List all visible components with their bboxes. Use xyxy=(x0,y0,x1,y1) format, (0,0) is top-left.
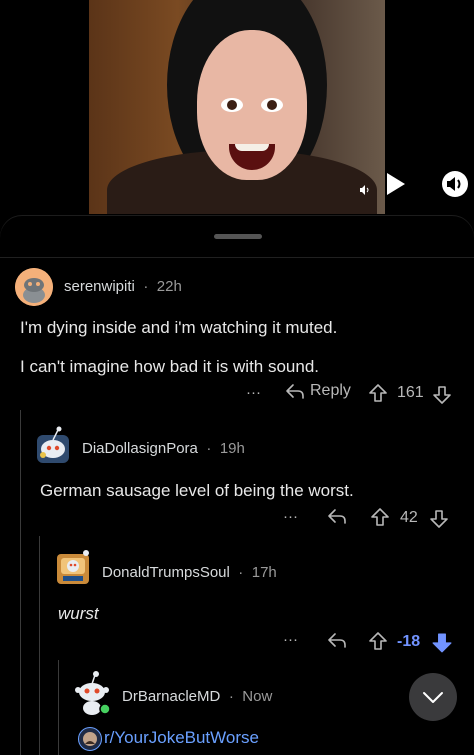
comment-text-line: wurst xyxy=(58,604,99,623)
reply-button[interactable]: Reply xyxy=(285,382,351,400)
comment-username[interactable]: DonaldTrumpsSoul xyxy=(102,564,230,581)
thread-line[interactable] xyxy=(39,536,40,755)
more-options-button[interactable]: ··· xyxy=(283,508,298,525)
comment-time: Now xyxy=(242,688,273,705)
reply-icon[interactable] xyxy=(327,631,347,649)
avatar[interactable] xyxy=(34,425,72,465)
comment-time: 22h xyxy=(156,278,182,295)
upvote-icon[interactable] xyxy=(368,383,388,403)
subreddit-icon[interactable] xyxy=(78,727,102,751)
downvote-active-icon[interactable] xyxy=(431,632,453,654)
chevron-down-icon xyxy=(421,688,445,706)
video-frame xyxy=(89,0,385,214)
speaker-icon[interactable] xyxy=(359,184,371,196)
upvote-icon[interactable] xyxy=(370,507,390,527)
video-player[interactable] xyxy=(0,0,474,218)
more-options-button[interactable]: ··· xyxy=(246,384,261,401)
thread-line[interactable] xyxy=(20,410,21,755)
comment-text-line: I can't imagine how bad it is with sound… xyxy=(20,357,320,376)
reply-icon[interactable] xyxy=(327,507,347,525)
downvote-icon[interactable] xyxy=(432,385,452,405)
avatar[interactable] xyxy=(71,670,113,716)
sheet-divider xyxy=(0,257,474,258)
upvote-icon[interactable] xyxy=(368,631,388,651)
more-options-button[interactable]: ··· xyxy=(283,631,298,648)
reply-label: Reply xyxy=(310,382,351,399)
comment-text-line: I'm dying inside and i'm watching it mut… xyxy=(20,318,338,337)
sheet-drag-handle[interactable] xyxy=(214,234,262,239)
comment-text-line: German sausage level of being the worst. xyxy=(40,481,354,500)
comment-username[interactable]: DiaDollasignPora xyxy=(82,440,198,457)
downvote-icon[interactable] xyxy=(429,509,449,529)
thread-line[interactable] xyxy=(58,660,59,755)
video-pupil-left xyxy=(227,100,237,110)
avatar[interactable] xyxy=(15,268,53,306)
scroll-down-button[interactable] xyxy=(409,673,457,721)
vote-count: 42 xyxy=(400,509,418,526)
play-icon[interactable] xyxy=(385,172,407,196)
video-pupil-right xyxy=(267,100,277,110)
separator-dot: · xyxy=(206,440,212,457)
comment-time: 17h xyxy=(251,564,277,581)
vote-count: 161 xyxy=(397,384,424,401)
comment-time: 19h xyxy=(219,440,245,457)
avatar[interactable] xyxy=(53,546,93,586)
video-teeth xyxy=(235,144,269,151)
separator-dot: · xyxy=(228,688,234,705)
separator-dot: · xyxy=(238,564,244,581)
comment-username[interactable]: DrBarnacleMD xyxy=(122,688,220,705)
comment-username[interactable]: serenwipiti xyxy=(64,278,135,295)
vote-count: -18 xyxy=(397,633,421,650)
sound-on-icon[interactable] xyxy=(441,170,469,198)
separator-dot: · xyxy=(143,278,149,295)
reply-icon xyxy=(285,382,305,400)
subreddit-link[interactable]: r/YourJokeButWorse xyxy=(104,728,259,748)
